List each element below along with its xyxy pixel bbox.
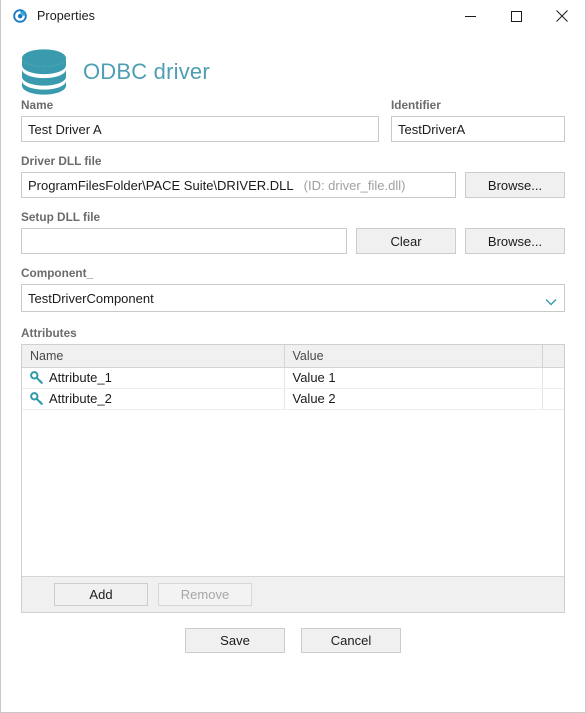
name-label: Name: [21, 98, 54, 112]
properties-dialog: Properties ODBC driver Name Test Driver …: [0, 0, 586, 713]
driver-dll-label: Driver DLL file: [21, 154, 102, 168]
driver-dll-browse-button[interactable]: Browse...: [465, 172, 565, 198]
save-button[interactable]: Save: [185, 628, 285, 653]
pace-suite-icon: [12, 8, 28, 24]
setup-dll-row: Clear Browse...: [21, 228, 565, 254]
driver-dll-hint: (ID: driver_file.dll): [303, 177, 406, 193]
chevron-down-icon: [545, 294, 557, 306]
attributes-header-row: Name Value: [22, 345, 564, 368]
identifier-input-value: TestDriverA: [398, 121, 466, 137]
setup-dll-clear-button[interactable]: Clear: [356, 228, 456, 254]
table-row[interactable]: Attribute_2 Value 2: [22, 388, 564, 410]
attribute-spacer-cell: [542, 388, 564, 410]
setup-dll-label: Setup DLL file: [21, 210, 101, 224]
form: Name Test Driver A Identifier TestDriver…: [1, 98, 585, 653]
attribute-name-cell: Attribute_2: [22, 388, 285, 410]
attribute-name-cell: Attribute_1: [22, 367, 285, 389]
setup-dll-input[interactable]: [21, 228, 347, 254]
attribute-name-text: Attribute_2: [49, 391, 112, 406]
maximize-icon[interactable]: [493, 0, 539, 32]
remove-attribute-button: Remove: [158, 583, 252, 606]
column-header-name[interactable]: Name: [22, 345, 285, 368]
identifier-field-group: Identifier TestDriverA: [391, 98, 565, 142]
identifier-input[interactable]: TestDriverA: [391, 116, 565, 142]
driver-dll-value: ProgramFilesFolder\PACE Suite\DRIVER.DLL: [28, 177, 294, 193]
name-input[interactable]: Test Driver A: [21, 116, 379, 142]
title-bar: Properties: [1, 0, 585, 32]
attributes-table-scroll[interactable]: Name Value Attribute_1 Value 1 Attribute…: [22, 345, 564, 576]
database-icon: [21, 48, 67, 96]
attribute-value-cell: Value 2: [284, 388, 543, 410]
attribute-spacer-cell: [542, 367, 564, 389]
key-icon: [30, 391, 44, 406]
attributes-label: Attributes: [21, 326, 77, 340]
component-select[interactable]: TestDriverComponent: [21, 284, 565, 312]
caption-buttons: [447, 0, 585, 32]
attribute-name-text: Attribute_1: [49, 370, 112, 385]
component-select-value: TestDriverComponent: [28, 290, 154, 306]
minimize-icon[interactable]: [447, 0, 493, 32]
attributes-toolbar: Add Remove: [22, 576, 564, 612]
attributes-table: Name Value Attribute_1 Value 1 Attribute…: [21, 344, 565, 613]
page-title: ODBC driver: [83, 58, 210, 84]
attribute-value-cell: Value 1: [284, 367, 543, 389]
page-header: ODBC driver: [1, 32, 585, 98]
setup-dll-browse-button[interactable]: Browse...: [465, 228, 565, 254]
driver-dll-group: Driver DLL file ProgramFilesFolder\PACE …: [21, 154, 565, 198]
component-label: Component_: [21, 266, 94, 280]
identifier-label: Identifier: [391, 98, 441, 112]
column-header-spacer: [542, 345, 564, 368]
cancel-button[interactable]: Cancel: [301, 628, 401, 653]
component-group: Component_ TestDriverComponent: [21, 266, 565, 312]
name-field-group: Name Test Driver A: [21, 98, 379, 142]
window-title: Properties: [37, 8, 95, 23]
column-header-value[interactable]: Value: [284, 345, 543, 368]
name-input-value: Test Driver A: [28, 121, 102, 137]
add-attribute-button[interactable]: Add: [54, 583, 148, 606]
key-icon: [30, 370, 44, 385]
table-row[interactable]: Attribute_1 Value 1: [22, 367, 564, 389]
driver-dll-row: ProgramFilesFolder\PACE Suite\DRIVER.DLL…: [21, 172, 565, 198]
dialog-footer: Save Cancel: [21, 628, 565, 653]
name-identifier-row: Name Test Driver A Identifier TestDriver…: [21, 98, 565, 142]
driver-dll-input[interactable]: ProgramFilesFolder\PACE Suite\DRIVER.DLL…: [21, 172, 456, 198]
close-icon[interactable]: [539, 0, 585, 32]
setup-dll-group: Setup DLL file Clear Browse...: [21, 210, 565, 254]
